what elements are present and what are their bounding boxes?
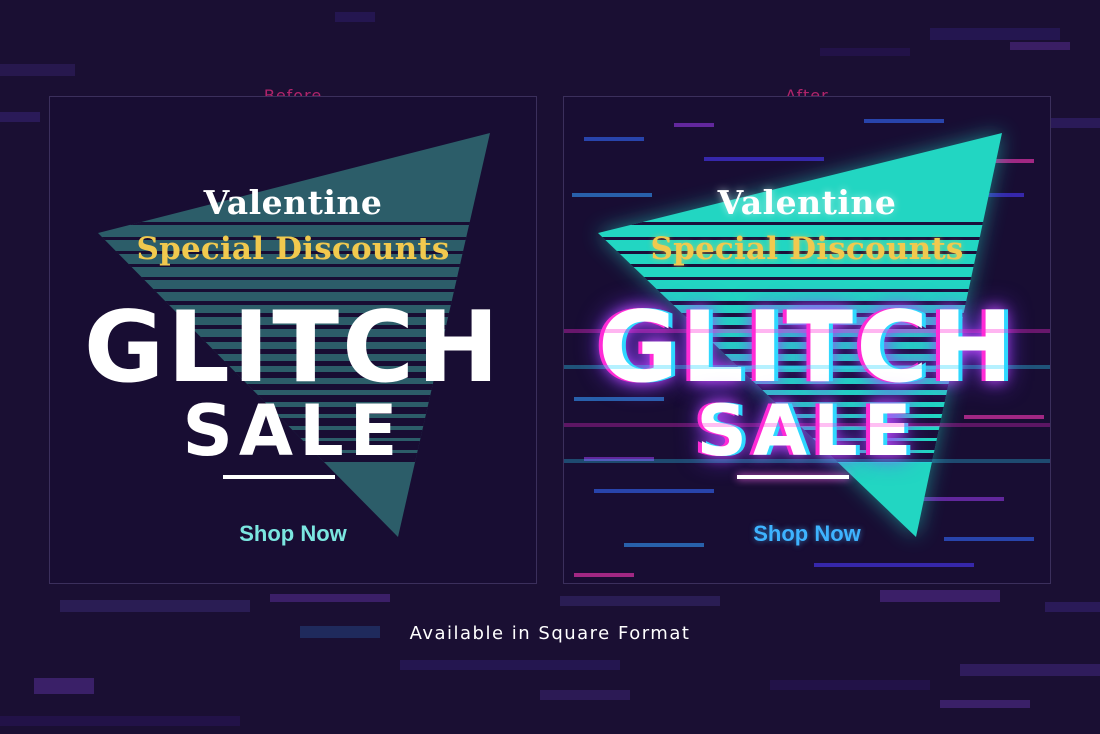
before-poster: Valentine Special Discounts GLITCH SALE … <box>49 96 537 584</box>
shop-now-link[interactable]: Shop Now <box>564 521 1050 547</box>
shop-now-link[interactable]: Shop Now <box>50 521 536 547</box>
valentine-title: Valentine <box>717 183 897 222</box>
sale-headline: SALE <box>696 390 918 472</box>
glitch-headline: GLITCH <box>597 291 1017 405</box>
special-discounts-title: Special Discounts <box>136 231 450 267</box>
sale-underline <box>223 475 335 479</box>
sale-underline <box>737 475 849 479</box>
after-poster: Valentine Special Discounts GLITCH SALE … <box>563 96 1051 584</box>
format-caption: Available in Square Format <box>409 623 691 644</box>
glitch-headline: GLITCH <box>83 291 503 405</box>
sale-headline: SALE <box>182 390 404 472</box>
valentine-title: Valentine <box>203 183 383 222</box>
special-discounts-title: Special Discounts <box>650 231 964 267</box>
